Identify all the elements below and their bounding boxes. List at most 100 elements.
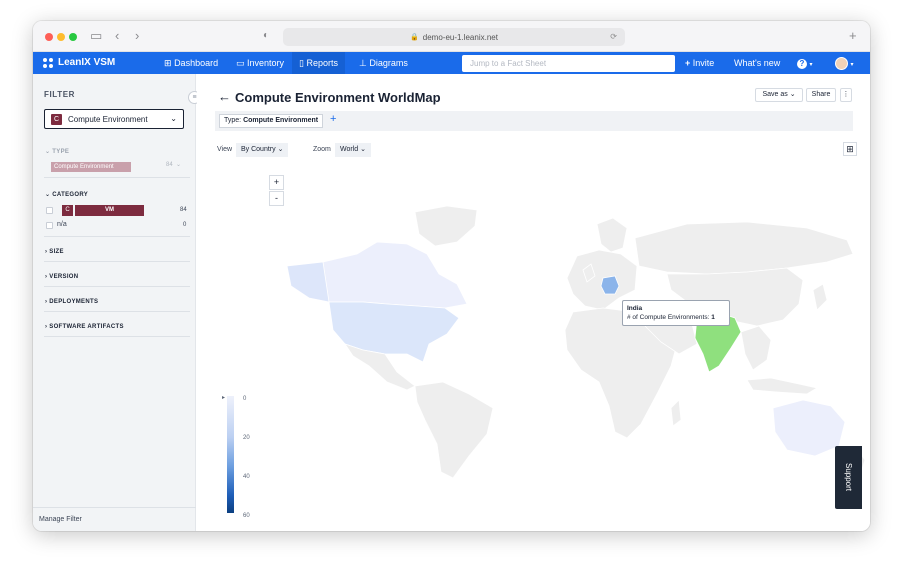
plus-icon: + xyxy=(685,58,691,68)
region-scandinavia xyxy=(596,217,628,253)
country-madagascar xyxy=(670,399,682,427)
box-icon: ▭ xyxy=(236,58,245,68)
category-section-header[interactable]: ⌄ CATEGORY xyxy=(45,191,88,198)
support-button[interactable]: Support xyxy=(835,446,862,509)
chevron-down-icon: ▾ xyxy=(850,62,854,68)
nav-dashboard[interactable]: ⊞ Dashboard xyxy=(160,52,222,74)
divider xyxy=(44,177,190,178)
type-filter-chip[interactable]: Type: Compute Environment xyxy=(219,114,324,128)
category-vm-badge: C xyxy=(62,205,73,216)
avatar xyxy=(835,57,848,71)
new-tab-icon[interactable]: + xyxy=(849,29,857,43)
tooltip-metric: # of Compute Environments: 1 xyxy=(627,314,715,321)
legend-label: 0 xyxy=(243,396,247,402)
chevron-down-icon: ⌄ xyxy=(45,192,51,198)
legend-marker-icon: ▸ xyxy=(222,395,226,401)
divider xyxy=(44,336,190,337)
category-vm-bar[interactable]: VM xyxy=(75,205,144,216)
chevron-down-icon: ⌄ xyxy=(45,149,51,155)
browser-window: ▭ ‹ › ◐ 🔒 demo-eu-1.leanix.net ⟳ + LeanI… xyxy=(33,21,870,531)
help-icon: ? xyxy=(797,59,807,69)
chevron-down-icon: ⌄ xyxy=(176,162,182,168)
fact-sheet-type-select[interactable]: C Compute Environment ⌄ xyxy=(44,109,184,129)
share-button[interactable]: Share xyxy=(806,88,836,102)
country-usa xyxy=(328,301,460,363)
shield-icon: ◐ xyxy=(263,30,270,41)
bar-chart-icon: ▯ xyxy=(299,58,304,68)
tooltip-country: India xyxy=(627,305,643,312)
filter-sidebar: FILTER ≡ C Compute Environment ⌄ ⌄ TYPE … xyxy=(33,74,201,531)
minimize-window-button[interactable] xyxy=(57,33,65,41)
region-south-america xyxy=(414,381,494,479)
category-na-checkbox[interactable] xyxy=(46,222,53,229)
sidebar-toggle-icon[interactable]: ▭ xyxy=(90,29,102,43)
divider xyxy=(33,507,196,508)
software-artifacts-section-header[interactable]: › SOFTWARE ARTIFACTS xyxy=(45,324,124,330)
category-vm-checkbox[interactable] xyxy=(46,207,53,214)
divider xyxy=(44,286,190,287)
view-label: View xyxy=(217,146,233,153)
table-view-icon[interactable]: ⊞ xyxy=(843,142,857,156)
map-legend-scale xyxy=(227,396,234,513)
zoom-select[interactable]: World ⌄ xyxy=(335,143,371,157)
lock-icon: 🔒 xyxy=(410,34,419,41)
world-map[interactable] xyxy=(247,194,867,479)
address-bar[interactable]: 🔒 demo-eu-1.leanix.net ⟳ xyxy=(283,28,625,46)
region-indonesia xyxy=(746,377,819,395)
top-navbar: LeanIX VSM ⊞ Dashboard ▭ Inventory ▯ Rep… xyxy=(33,52,870,74)
maximize-window-button[interactable] xyxy=(69,33,77,41)
country-alaska xyxy=(286,261,330,303)
logo-text[interactable]: LeanIX VSM xyxy=(58,52,115,74)
logo-icon xyxy=(43,58,54,69)
user-menu[interactable]: ▾ xyxy=(835,52,854,74)
type-chip: Compute Environment xyxy=(51,162,131,172)
divider xyxy=(44,311,190,312)
chevron-right-icon: › xyxy=(45,299,48,305)
zoom-label: Zoom xyxy=(313,146,331,153)
whats-new-link[interactable]: What's new xyxy=(734,52,780,74)
type-count: 84 xyxy=(166,162,173,168)
type-section-header[interactable]: ⌄ TYPE xyxy=(45,148,69,155)
forward-nav-icon[interactable]: › xyxy=(135,29,139,43)
invite-button[interactable]: + Invite xyxy=(685,52,714,74)
nav-inventory[interactable]: ▭ Inventory xyxy=(232,52,288,74)
divider xyxy=(44,261,190,262)
filter-title: FILTER xyxy=(44,90,76,99)
add-filter-icon[interactable]: + xyxy=(330,113,336,125)
back-arrow-icon[interactable]: ← xyxy=(218,89,231,104)
chevron-down-icon: ⌄ xyxy=(277,146,284,153)
sitemap-icon: ⊥ xyxy=(359,58,367,68)
more-options-icon[interactable]: ⋮ xyxy=(840,88,852,102)
legend-label: 60 xyxy=(243,513,250,519)
chevron-down-icon: ⌄ xyxy=(360,146,366,153)
main-content: ← Compute Environment WorldMap Save as ⌄… xyxy=(197,74,870,531)
country-germany xyxy=(600,275,620,295)
deployments-section-header[interactable]: › DEPLOYMENTS xyxy=(45,299,98,305)
map-zoom-in-button[interactable]: + xyxy=(269,175,284,190)
chevron-down-icon: ▾ xyxy=(809,62,813,68)
country-japan xyxy=(812,283,828,311)
map-tooltip: India # of Compute Environments: 1 xyxy=(622,300,730,326)
fact-sheet-search-input[interactable]: Jump to a Fact Sheet xyxy=(462,55,675,72)
help-menu[interactable]: ? ▾ xyxy=(797,52,813,74)
region-southeast-asia xyxy=(740,325,772,371)
divider xyxy=(44,236,190,237)
nav-diagrams[interactable]: ⊥ Diagrams xyxy=(355,52,412,74)
nav-reports[interactable]: ▯ Reports xyxy=(292,52,345,74)
view-select[interactable]: By Country ⌄ xyxy=(236,143,289,157)
size-section-header[interactable]: › SIZE xyxy=(45,249,64,255)
category-vm-count: 84 xyxy=(180,207,187,213)
reload-icon[interactable]: ⟳ xyxy=(610,32,617,41)
back-nav-icon[interactable]: ‹ xyxy=(115,29,119,43)
legend-label: 20 xyxy=(243,435,250,441)
active-filters-bar: Type: Compute Environment + xyxy=(215,111,853,131)
close-window-button[interactable] xyxy=(45,33,53,41)
page-title: Compute Environment WorldMap xyxy=(235,90,441,105)
manage-filter-link[interactable]: Manage Filter xyxy=(39,516,82,523)
chevron-down-icon: ⌄ xyxy=(789,91,796,98)
url-text: demo-eu-1.leanix.net xyxy=(422,32,498,42)
chevron-down-icon: ⌄ xyxy=(170,114,177,123)
version-section-header[interactable]: › VERSION xyxy=(45,274,78,280)
save-as-button[interactable]: Save as ⌄ xyxy=(755,88,803,102)
country-russia xyxy=(634,221,854,275)
